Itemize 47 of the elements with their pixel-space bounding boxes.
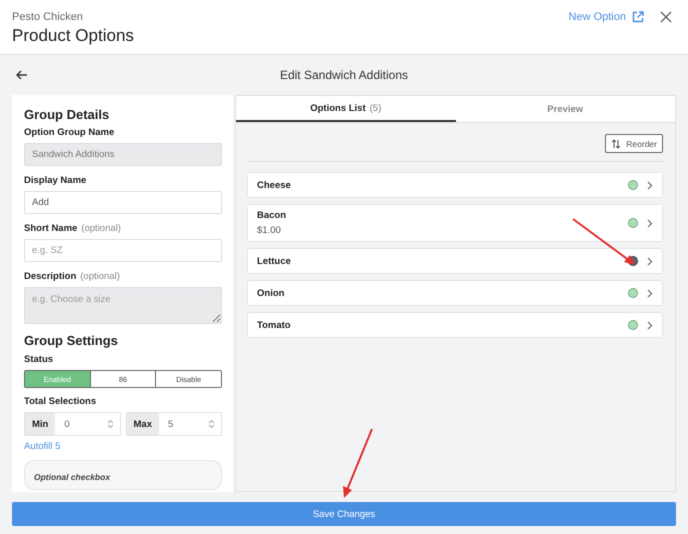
min-field[interactable]: Min 0	[24, 412, 120, 436]
option-row[interactable]: Bacon $1.00	[247, 204, 663, 242]
option-row[interactable]: Cheese	[247, 172, 663, 198]
sort-icon	[611, 138, 622, 148]
chevron-right-icon	[647, 256, 653, 266]
annotation-arrow-drawing	[572, 218, 638, 268]
close-icon[interactable]	[660, 11, 672, 23]
chevron-right-icon	[647, 218, 653, 228]
dialog-title: Product Options	[12, 26, 135, 46]
chevron-right-icon	[647, 180, 653, 190]
option-name: Onion	[257, 288, 286, 298]
text-input[interactable]: e.g. SZ	[24, 239, 222, 262]
option-row[interactable]: Lettuce	[247, 248, 663, 274]
max-value: 5	[166, 418, 174, 430]
tab[interactable]: Preview	[456, 96, 675, 122]
section-heading: Group Settings	[24, 333, 119, 348]
field-label: Option Group Name	[24, 127, 114, 138]
field-label: Short Name	[24, 223, 78, 234]
external-link-icon	[632, 11, 644, 23]
chevron-right-icon	[647, 320, 653, 330]
field-label: Display Name	[24, 175, 86, 186]
annotation-arrow-drawing	[340, 428, 374, 500]
field-label: Description	[24, 271, 76, 282]
section-title: Edit Sandwich Additions	[278, 68, 410, 82]
min-value: 0	[63, 418, 71, 430]
option-name: Tomato	[257, 320, 292, 330]
max-label: Max	[126, 413, 159, 435]
optional-note: (optional)	[81, 223, 121, 234]
section-heading: Group Details	[24, 107, 110, 122]
min-label: Min	[25, 413, 56, 435]
option-price: $1.00	[257, 225, 282, 236]
option-row[interactable]: Tomato	[247, 312, 663, 338]
reorder-button[interactable]: Reorder	[605, 134, 663, 153]
chevron-right-icon	[647, 288, 653, 298]
optional-note: (optional)	[80, 271, 120, 282]
option-name: Cheese	[257, 180, 292, 190]
option-name: Bacon	[257, 210, 288, 221]
field-label: Total Selections	[24, 396, 96, 407]
max-field[interactable]: Max 5	[126, 412, 222, 436]
back-arrow-icon[interactable]	[16, 70, 28, 80]
tab[interactable]: Options List (5)	[236, 96, 456, 122]
product-name: Pesto Chicken	[12, 11, 84, 23]
field-label: Status	[24, 354, 54, 365]
card-title: Optional checkbox	[34, 472, 110, 482]
option-row[interactable]: Onion	[247, 280, 663, 306]
option-name: Lettuce	[257, 256, 292, 266]
text-input[interactable]: Add	[24, 191, 222, 214]
